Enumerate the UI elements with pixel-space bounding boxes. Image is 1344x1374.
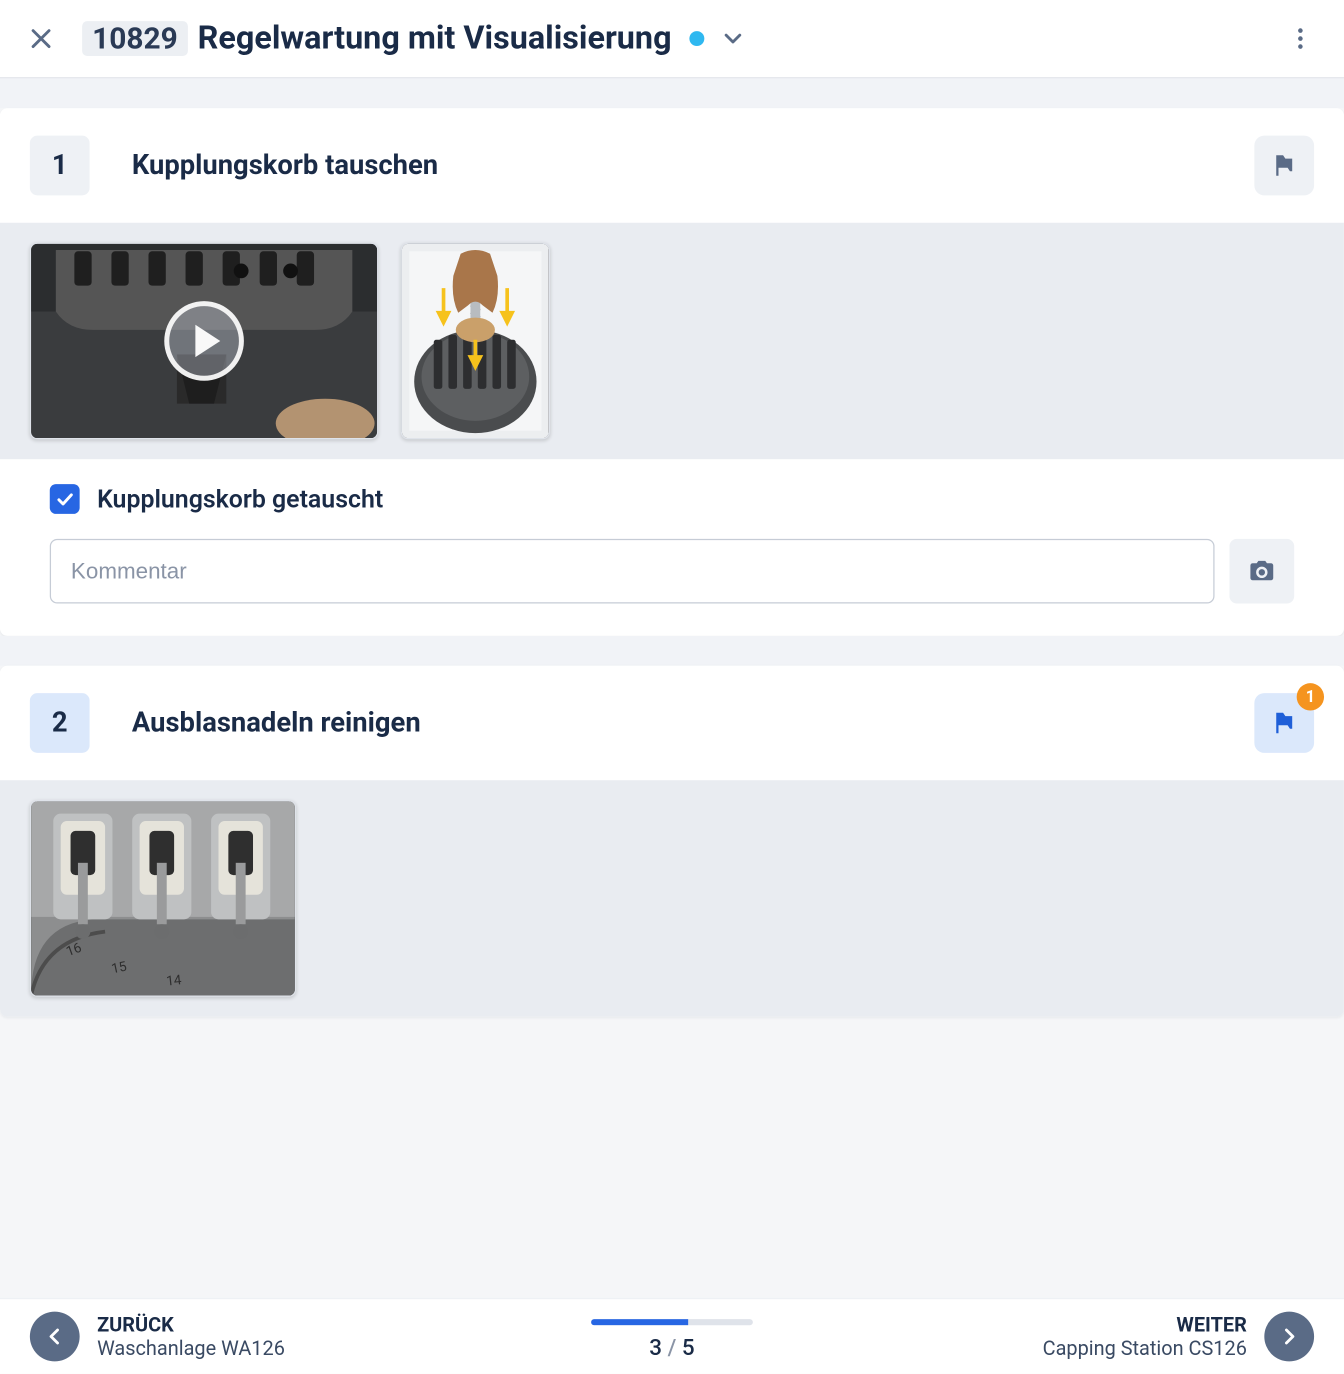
record-id-chip: 10829 (82, 21, 188, 56)
footer-nav: ZURÜCK Waschanlage WA126 3 / 5 WEITER Ca… (0, 1298, 1344, 1374)
close-button[interactable] (22, 20, 59, 57)
step-header: 1 Kupplungskorb tauschen (0, 108, 1344, 222)
play-icon (31, 244, 377, 438)
step-title: Ausblasnadeln reinigen (132, 707, 1254, 738)
step-number-badge: 2 (30, 693, 90, 753)
chevron-right-icon (1264, 1312, 1314, 1362)
more-menu-button[interactable] (1279, 17, 1321, 59)
progress-bar (591, 1319, 753, 1325)
comment-input[interactable] (50, 539, 1215, 604)
checkbox-label: Kupplungskorb getauscht (97, 484, 383, 514)
step-title: Kupplungskorb tauschen (132, 150, 1254, 181)
nav-back-sub: Waschanlage WA126 (97, 1336, 285, 1360)
expand-header-button[interactable] (719, 25, 746, 52)
page-separator: / (662, 1335, 682, 1361)
nav-next-label: WEITER (1043, 1313, 1247, 1337)
page-title: Regelwartung mit Visualisierung (198, 20, 672, 57)
nav-back-label: ZURÜCK (97, 1313, 285, 1337)
flag-button[interactable] (1254, 136, 1314, 196)
step-header: 2 Ausblasnadeln reinigen 1 (0, 666, 1344, 780)
step-card: 2 Ausblasnadeln reinigen 1 16 15 14 (0, 666, 1344, 1017)
chevron-left-icon (30, 1312, 80, 1362)
header: 10829 Regelwartung mit Visualisierung (0, 0, 1344, 78)
nav-back[interactable]: ZURÜCK Waschanlage WA126 (30, 1312, 579, 1362)
step-body: Kupplungskorb getauscht (0, 459, 1344, 636)
step-card: 1 Kupplungskorb tauschen (0, 108, 1344, 636)
svg-text:14: 14 (165, 972, 182, 990)
nav-next[interactable]: WEITER Capping Station CS126 (765, 1312, 1314, 1362)
nav-next-sub: Capping Station CS126 (1043, 1336, 1247, 1360)
flag-button[interactable]: 1 (1254, 693, 1314, 753)
media-strip (0, 223, 1344, 459)
camera-button[interactable] (1229, 539, 1294, 604)
page-current: 3 (649, 1335, 662, 1361)
image-thumbnail[interactable]: 16 15 14 (30, 800, 296, 997)
checkbox-done[interactable] (50, 484, 80, 514)
flag-count-badge: 1 (1297, 683, 1324, 710)
step-number-badge: 1 (30, 136, 90, 196)
status-dot-icon (689, 31, 704, 46)
page-indicator: 3 / 5 (591, 1319, 753, 1361)
video-thumbnail[interactable] (30, 243, 378, 440)
image-thumbnail[interactable] (401, 243, 550, 440)
page-total: 5 (682, 1335, 695, 1361)
media-strip: 16 15 14 (0, 780, 1344, 1016)
